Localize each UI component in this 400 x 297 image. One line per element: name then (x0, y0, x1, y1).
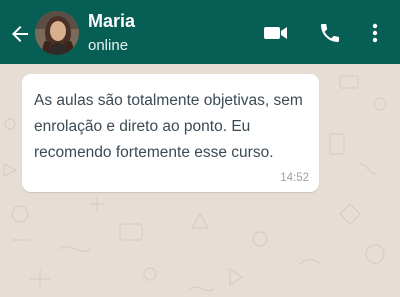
chat-header: Maria online (0, 0, 400, 64)
video-call-button[interactable] (263, 21, 289, 50)
voice-call-button[interactable] (318, 21, 342, 50)
arrow-left-icon (12, 26, 28, 42)
message-text: As aulas são totalmente objetivas, sem e… (34, 92, 303, 161)
video-call-icon (264, 27, 287, 39)
back-button[interactable] (8, 22, 32, 46)
avatar-photo (35, 11, 79, 55)
message-bubble[interactable]: As aulas são totalmente objetivas, sem e… (22, 74, 319, 192)
message-time: 14:52 (280, 172, 309, 184)
more-options-button[interactable] (370, 21, 380, 50)
chat-background: As aulas são totalmente objetivas, sem e… (0, 64, 400, 297)
contact-name[interactable]: Maria (88, 11, 135, 32)
phone-icon (321, 24, 339, 42)
avatar[interactable] (35, 11, 79, 55)
contact-status: online (88, 37, 129, 54)
more-vertical-icon (372, 23, 378, 43)
